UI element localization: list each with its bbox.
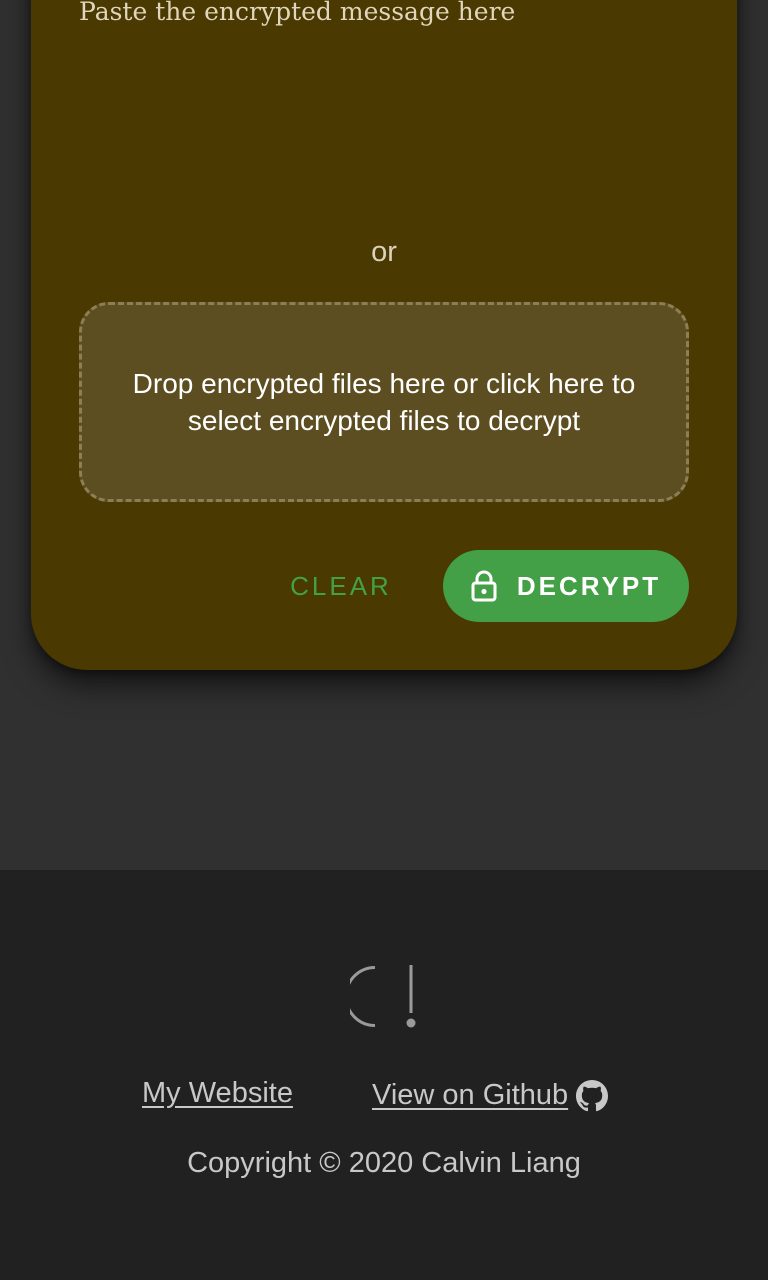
encrypted-message-input[interactable] (79, 0, 689, 196)
github-link-label: View on Github (372, 1079, 569, 1111)
decrypt-card: or Drop encrypted files here or click he… (31, 0, 737, 670)
footer-links: My Website View on Github (0, 1073, 768, 1117)
copyright-text: Copyright © 2020 Calvin Liang (187, 1147, 581, 1179)
github-link[interactable]: View on Github (372, 1079, 609, 1112)
clear-button-label: CLEAR (290, 570, 392, 601)
decrypt-button[interactable]: DECRYPT (443, 550, 689, 622)
my-website-link[interactable]: My Website (142, 1077, 293, 1110)
decrypt-button-label: DECRYPT (516, 570, 662, 601)
footer: My Website View on Github Copyright © 20… (0, 870, 768, 1280)
file-dropzone[interactable]: Drop encrypted files here or click here … (79, 302, 689, 502)
clear-button[interactable]: CLEAR (279, 550, 403, 622)
dropzone-label: Drop encrypted files here or click here … (132, 368, 636, 436)
logo-icon (344, 965, 420, 1035)
lock-icon (471, 570, 497, 602)
or-separator: or (371, 236, 397, 268)
github-icon (576, 1079, 609, 1112)
page: or Drop encrypted files here or click he… (0, 0, 768, 1280)
